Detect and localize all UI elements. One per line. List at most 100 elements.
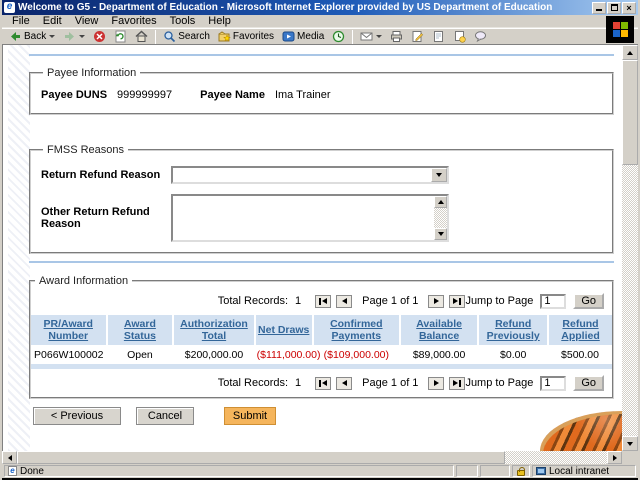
header-authorization-total[interactable]: Authorization Total xyxy=(173,315,256,345)
forward-icon xyxy=(65,32,75,41)
return-refund-reason-select[interactable] xyxy=(171,166,449,184)
pagination-top: Total Records: 1 Page 1 of 1 Jump to Pag… xyxy=(31,287,612,315)
mail-dropdown-icon[interactable] xyxy=(376,35,383,38)
last-page-button[interactable] xyxy=(449,294,466,308)
back-button[interactable]: Back xyxy=(6,29,58,44)
toolbar-separator xyxy=(352,29,354,44)
jump-to-page-input[interactable]: 1 xyxy=(540,375,567,391)
intranet-zone-icon xyxy=(536,467,546,475)
textarea-scrollbar[interactable] xyxy=(434,196,447,240)
next-page-button[interactable] xyxy=(428,294,445,308)
menu-favorites[interactable]: Favorites xyxy=(105,15,162,27)
page-content: Payee Information Payee DUNS 999999997 P… xyxy=(2,45,622,451)
go-button[interactable]: Go xyxy=(573,375,604,391)
other-return-refund-reason-label: Other Return Refund Reason xyxy=(41,206,150,230)
cell-available-balance: $89,000.00 xyxy=(399,345,479,364)
document-icon xyxy=(434,31,444,42)
search-icon xyxy=(164,31,176,43)
menu-help[interactable]: Help xyxy=(202,15,237,27)
vertical-scrollbar-thumb[interactable] xyxy=(622,60,638,165)
horizontal-rule xyxy=(29,261,614,263)
forward-button[interactable] xyxy=(60,29,88,44)
total-records-value: 1 xyxy=(295,377,302,389)
zone-text: Local intranet xyxy=(549,465,610,477)
mail-button[interactable] xyxy=(357,29,385,44)
cell-authorization-total: $200,000.00 xyxy=(173,345,255,364)
forward-dropdown-icon[interactable] xyxy=(79,35,86,38)
menu-edit[interactable]: Edit xyxy=(37,15,68,27)
scroll-down-icon[interactable] xyxy=(434,228,447,240)
refresh-button[interactable] xyxy=(111,29,130,44)
print-icon xyxy=(391,31,403,42)
history-icon xyxy=(333,30,345,43)
horizontal-scrollbar[interactable] xyxy=(2,451,638,464)
restore-button[interactable] xyxy=(607,1,621,14)
cancel-button[interactable]: Cancel xyxy=(136,407,194,425)
edit-button[interactable] xyxy=(408,29,427,44)
header-confirmed-payments[interactable]: Confirmed Payments xyxy=(312,315,401,345)
total-records-value: 1 xyxy=(295,295,302,307)
payee-information-legend: Payee Information xyxy=(47,67,137,79)
status-pane-empty xyxy=(456,465,478,477)
back-icon xyxy=(11,32,20,41)
print-button[interactable] xyxy=(387,29,406,44)
cell-refund-previously: $0.00 xyxy=(478,345,549,364)
scroll-right-button[interactable] xyxy=(607,451,622,464)
select-dropdown-icon[interactable] xyxy=(431,168,447,182)
go-button[interactable]: Go xyxy=(573,293,604,309)
menu-view[interactable]: View xyxy=(69,15,105,27)
cell-pr-award-number: P066W100002 xyxy=(31,345,107,364)
header-refund-previously[interactable]: Refund Previously xyxy=(478,315,550,345)
next-page-button[interactable] xyxy=(428,376,445,390)
minimize-button[interactable] xyxy=(592,1,606,14)
header-net-draws[interactable]: Net Draws xyxy=(254,315,314,345)
payee-duns-label: Payee DUNS xyxy=(41,89,108,101)
lock-icon xyxy=(517,466,525,476)
stop-button[interactable] xyxy=(90,29,109,44)
header-available-balance[interactable]: Available Balance xyxy=(399,315,480,345)
payee-duns-value: 999999997 xyxy=(117,89,173,101)
horizontal-scrollbar-thumb[interactable] xyxy=(17,451,505,464)
media-button[interactable]: Media xyxy=(279,29,327,44)
messenger-button[interactable] xyxy=(450,29,469,44)
document-button[interactable] xyxy=(429,29,448,44)
history-button[interactable] xyxy=(329,29,348,44)
award-table-header-row: PR/Award Number Award Status Authorizati… xyxy=(31,315,612,345)
cell-confirmed-payments: ($109,000.00) xyxy=(312,345,400,364)
header-refund-applied[interactable]: Refund Applied xyxy=(548,315,612,345)
previous-button[interactable]: < Previous xyxy=(33,407,121,425)
first-page-button[interactable] xyxy=(315,294,332,308)
scroll-up-button[interactable] xyxy=(622,45,638,60)
menu-tools[interactable]: Tools xyxy=(164,15,202,27)
page-indicator: Page 1 of 1 xyxy=(362,295,419,307)
previous-page-button[interactable] xyxy=(336,294,353,308)
other-return-refund-reason-textarea[interactable] xyxy=(171,194,449,242)
last-page-button[interactable] xyxy=(449,376,466,390)
back-dropdown-icon[interactable] xyxy=(49,35,56,38)
first-page-button[interactable] xyxy=(315,376,332,390)
award-information-section: Award Information Total Records: 1 Page … xyxy=(29,275,614,399)
return-refund-reason-label: Return Refund Reason xyxy=(41,169,161,181)
jump-to-page-input[interactable]: 1 xyxy=(540,293,567,309)
header-pr-award-number[interactable]: PR/Award Number xyxy=(31,315,108,345)
discuss-button[interactable] xyxy=(471,29,490,44)
pagination-bottom: Total Records: 1 Page 1 of 1 Jump to Pag… xyxy=(31,369,612,397)
search-button[interactable]: Search xyxy=(160,29,213,44)
scroll-down-button[interactable] xyxy=(622,436,638,451)
previous-page-button[interactable] xyxy=(336,376,353,390)
horizontal-rule xyxy=(29,54,614,56)
scroll-left-button[interactable] xyxy=(2,451,17,464)
menu-file[interactable]: File xyxy=(6,15,36,27)
header-award-status[interactable]: Award Status xyxy=(106,315,175,345)
home-button[interactable] xyxy=(132,29,151,44)
edit-icon xyxy=(412,31,424,42)
scroll-up-icon[interactable] xyxy=(434,196,447,208)
cell-award-status: Open xyxy=(106,345,174,364)
close-button[interactable]: × xyxy=(622,1,636,14)
favorites-button[interactable]: Favorites xyxy=(215,29,277,44)
total-records-label: Total Records: xyxy=(217,295,289,307)
favorites-icon xyxy=(218,31,231,42)
vertical-scrollbar[interactable] xyxy=(622,45,638,451)
submit-button[interactable]: Submit xyxy=(224,407,276,425)
award-table: PR/Award Number Award Status Authorizati… xyxy=(31,315,612,364)
